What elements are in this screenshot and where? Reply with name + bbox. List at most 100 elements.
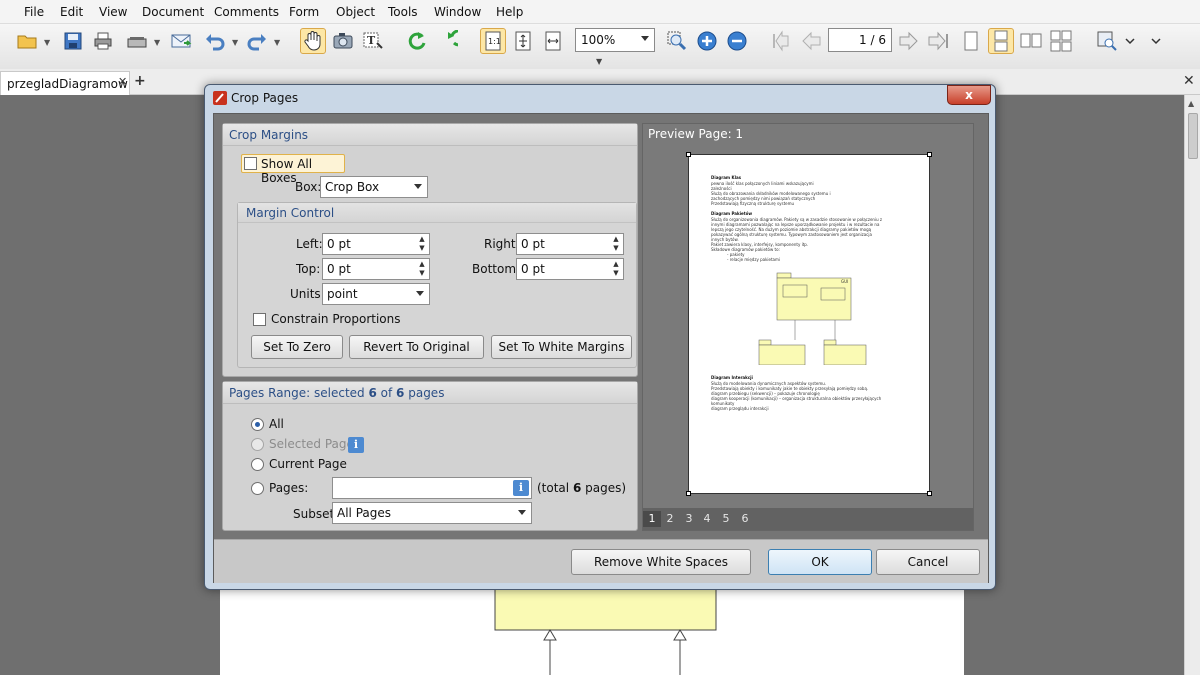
new-tab-icon[interactable]: + — [134, 73, 146, 89]
next-page-icon[interactable] — [896, 28, 922, 54]
zoom-combo[interactable]: 100% — [575, 28, 655, 52]
left-margin-input[interactable]: 0 pt ▲ ▼ — [322, 233, 430, 255]
top-margin-value: 0 pt — [327, 262, 351, 276]
constrain-proportions-checkbox[interactable] — [253, 313, 266, 326]
rotate-cw-icon[interactable] — [434, 28, 460, 54]
single-page-icon[interactable] — [958, 28, 984, 54]
info-icon[interactable]: i — [348, 437, 364, 453]
spinner-icon[interactable]: ▲ ▼ — [417, 235, 427, 253]
dialog-close-button[interactable]: x — [947, 85, 991, 105]
scroll-thumb[interactable] — [1188, 113, 1198, 159]
document-tab[interactable]: przegladDiagramow ✕ — [0, 71, 130, 95]
preview-heading-1: Diagram Klas — [711, 175, 742, 180]
crop-handle[interactable] — [927, 491, 932, 496]
vertical-scrollbar[interactable]: ▲ — [1184, 95, 1200, 675]
menu-object[interactable]: Object — [336, 5, 375, 19]
preview-page-3[interactable]: 3 — [680, 511, 698, 527]
units-select[interactable]: point — [322, 283, 430, 305]
menu-help[interactable]: Help — [496, 5, 523, 19]
box-select[interactable]: Crop Box — [320, 176, 428, 198]
preview-page-5[interactable]: 5 — [717, 511, 735, 527]
left-label: Left: — [296, 237, 323, 251]
menu-edit[interactable]: Edit — [60, 5, 83, 19]
chevron-down-icon[interactable] — [1124, 28, 1136, 54]
page-number-field[interactable]: 1 / 6 — [828, 28, 892, 52]
first-page-icon[interactable] — [768, 28, 794, 54]
text-select-icon[interactable]: T — [360, 28, 386, 54]
pages-radio[interactable] — [251, 482, 264, 495]
scroll-up-icon[interactable]: ▲ — [1188, 99, 1194, 108]
actual-size-icon[interactable]: 1:1 — [480, 28, 506, 54]
prev-page-icon[interactable] — [798, 28, 824, 54]
show-all-boxes-box[interactable] — [244, 157, 257, 170]
spinner-icon[interactable]: ▲ ▼ — [611, 260, 621, 278]
ok-button[interactable]: OK — [768, 549, 872, 575]
pages-input[interactable] — [332, 477, 532, 499]
hand-tool-icon[interactable] — [300, 28, 326, 54]
scanner-dropdown-icon[interactable]: ▼ — [154, 38, 162, 47]
open-folder-icon[interactable] — [14, 28, 40, 54]
zoom-out-icon[interactable] — [724, 28, 750, 54]
fit-page-icon[interactable] — [510, 28, 536, 54]
save-icon[interactable] — [60, 28, 86, 54]
subset-select[interactable]: All Pages — [332, 502, 532, 524]
cancel-button[interactable]: Cancel — [876, 549, 980, 575]
menu-file[interactable]: File — [24, 5, 44, 19]
revert-to-original-button[interactable]: Revert To Original — [349, 335, 484, 359]
redo-icon[interactable] — [244, 28, 270, 54]
close-tab-icon[interactable]: ✕ — [118, 75, 127, 88]
redo-dropdown-icon[interactable]: ▼ — [274, 38, 282, 47]
undo-dropdown-icon[interactable]: ▼ — [232, 38, 240, 47]
show-all-boxes-checkbox[interactable]: Show All Boxes — [241, 154, 345, 185]
menu-comments[interactable]: Comments — [214, 5, 279, 19]
chevron-down-icon — [414, 184, 422, 189]
spinner-icon[interactable]: ▲ ▼ — [417, 260, 427, 278]
right-margin-input[interactable]: 0 pt ▲ ▼ — [516, 233, 624, 255]
zoom-in-icon[interactable] — [694, 28, 720, 54]
snapshot-icon[interactable] — [330, 28, 356, 54]
rotate-ccw-icon[interactable] — [404, 28, 430, 54]
remove-white-spaces-button[interactable]: Remove White Spaces — [571, 549, 751, 575]
selected-pages-radio[interactable] — [251, 438, 264, 451]
current-page-radio[interactable] — [251, 458, 264, 471]
continuous-icon[interactable] — [988, 28, 1014, 54]
facing-icon[interactable] — [1018, 28, 1044, 54]
set-to-zero-button[interactable]: Set To Zero — [251, 335, 343, 359]
preview-page-thumbnail[interactable]: Diagram Klas pewna ilość klas połączonyc… — [686, 152, 932, 496]
facing-continuous-icon[interactable] — [1048, 28, 1074, 54]
margin-control-heading: Margin Control — [238, 203, 636, 223]
print-icon[interactable] — [90, 28, 116, 54]
top-margin-input[interactable]: 0 pt ▲ ▼ — [322, 258, 430, 280]
open-dropdown-icon[interactable]: ▼ — [44, 38, 52, 47]
undo-icon[interactable] — [202, 28, 228, 54]
info-icon[interactable]: i — [513, 480, 529, 496]
bottom-margin-input[interactable]: 0 pt ▲ ▼ — [516, 258, 624, 280]
spinner-icon[interactable]: ▲ ▼ — [611, 235, 621, 253]
fit-width-icon[interactable] — [540, 28, 566, 54]
preview-page-6[interactable]: 6 — [736, 511, 754, 527]
crop-handle[interactable] — [686, 152, 691, 157]
crop-handle[interactable] — [686, 491, 691, 496]
all-pages-radio[interactable] — [251, 418, 264, 431]
preview-page-4[interactable]: 4 — [698, 511, 716, 527]
margin-control-group: Margin Control Left: 0 pt ▲ ▼ Right: 0 pt ▲… — [237, 202, 637, 368]
preview-page-2[interactable]: 2 — [661, 511, 679, 527]
zoom-select-icon[interactable] — [664, 28, 690, 54]
email-icon[interactable] — [168, 28, 194, 54]
box-label: Box: — [295, 180, 322, 194]
toolbar-expand-icon[interactable]: ▼ — [596, 57, 602, 66]
find-icon[interactable] — [1094, 28, 1120, 54]
menu-document[interactable]: Document — [142, 5, 204, 19]
menu-form[interactable]: Form — [289, 5, 319, 19]
set-to-white-margins-button[interactable]: Set To White Margins — [491, 335, 632, 359]
menu-tools[interactable]: Tools — [388, 5, 418, 19]
menu-window[interactable]: Window — [434, 5, 481, 19]
preview-page-1[interactable]: 1 — [643, 511, 661, 527]
crop-handle[interactable] — [927, 152, 932, 157]
last-page-icon[interactable] — [926, 28, 952, 54]
toolbar-options-icon[interactable] — [1150, 28, 1162, 54]
subset-value: All Pages — [337, 506, 391, 520]
scanner-icon[interactable] — [124, 28, 150, 54]
close-document-icon[interactable]: ✕ — [1183, 73, 1195, 89]
menu-view[interactable]: View — [99, 5, 127, 19]
